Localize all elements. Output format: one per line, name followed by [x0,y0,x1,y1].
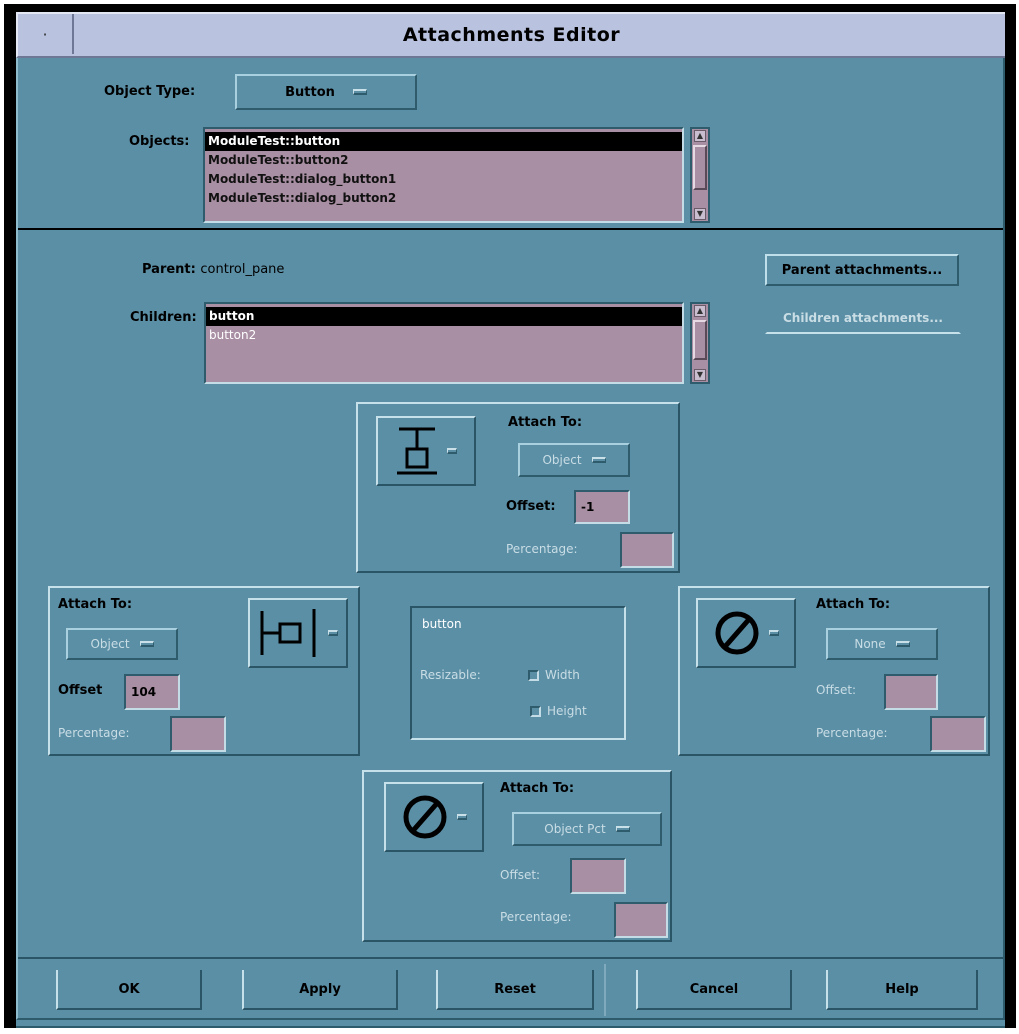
parent-label-text: Parent: [142,262,196,277]
objects-list-item[interactable]: ModuleTest::button2 [205,151,682,170]
scroll-thumb[interactable] [693,145,707,190]
left-attach-to-option-menu[interactable]: Object [66,628,178,660]
option-menu-indicator-icon [457,814,467,820]
right-attach-to-option-menu[interactable]: None [826,628,938,660]
objects-list[interactable]: ModuleTest::button ModuleTest::button2 M… [203,127,684,223]
objects-label: Objects: [129,134,190,149]
bottom-offset-field[interactable] [570,858,626,894]
right-offset-label: Offset: [816,683,857,697]
center-object-name: button [422,617,462,631]
right-percentage-field[interactable] [930,716,986,752]
width-checkbox-box[interactable] [528,670,539,681]
apply-button[interactable]: Apply [242,970,398,1010]
bottom-percentage-label: Percentage: [500,910,572,924]
left-attach-to-value: Object [90,637,130,651]
option-menu-indicator-icon [591,457,606,463]
window-bottom-border [16,1020,1005,1028]
objects-list-item[interactable]: ModuleTest::dialog_button2 [205,189,682,208]
bottom-percentage-field[interactable] [614,902,668,938]
top-attach-to-label: Attach To: [508,415,583,430]
top-attach-to-option-menu[interactable]: Object [518,443,630,477]
bottom-attach-to-value: Object Pct [544,822,606,836]
scroll-up-icon[interactable]: ▲ [694,130,706,142]
no-attachment-icon [715,611,759,655]
reset-button[interactable]: Reset [436,970,594,1010]
children-attachments-button[interactable]: Children attachments... [765,302,961,334]
top-offset-label: Offset: [506,499,556,514]
height-checkbox-label: Height [547,704,587,718]
object-type-label: Object Type: [104,84,196,99]
children-list-item[interactable]: button2 [206,326,682,345]
right-attachment-icon-button[interactable] [696,598,796,668]
top-attachment-icon-button[interactable] [376,416,476,486]
bottom-attach-to-label: Attach To: [500,781,575,796]
button-row-separator [18,957,1003,959]
height-checkbox-box[interactable] [530,706,541,717]
right-percentage-label: Percentage: [816,726,888,740]
left-offset-label: Offset [58,683,103,698]
top-attach-icon [397,427,437,475]
top-percentage-field[interactable] [620,532,674,568]
left-attach-icon [260,609,316,657]
bottom-offset-label: Offset: [500,868,541,882]
height-checkbox[interactable]: Height [530,704,587,718]
scroll-down-icon[interactable]: ▼ [694,369,706,381]
bottom-attach-to-option-menu[interactable]: Object Pct [512,812,662,846]
parent-attachments-button[interactable]: Parent attachments... [765,254,959,286]
scroll-up-icon[interactable]: ▲ [694,305,706,317]
left-offset-field[interactable]: 104 [124,674,180,710]
width-checkbox-label: Width [545,668,580,682]
top-attach-to-value: Object [542,453,582,467]
ok-button[interactable]: OK [56,970,202,1010]
section-separator [18,228,1003,230]
left-attach-to-label: Attach To: [58,597,133,612]
objects-list-item[interactable]: ModuleTest::button [205,132,682,151]
children-list-item[interactable]: button [206,307,682,326]
cancel-button[interactable]: Cancel [636,970,792,1010]
objects-scrollbar[interactable]: ▲ ▼ [690,127,710,223]
scroll-down-icon[interactable]: ▼ [694,208,706,220]
object-type-value: Button [285,84,335,100]
top-offset-field[interactable]: -1 [574,490,630,524]
left-attachment-icon-button[interactable] [248,598,348,668]
option-menu-indicator-icon [352,89,367,95]
children-label: Children: [130,310,197,325]
option-menu-indicator-icon [447,448,457,454]
parent-value: control_pane [200,262,285,277]
children-list[interactable]: button button2 [204,302,684,384]
no-attachment-icon [403,795,447,839]
option-menu-indicator-icon [769,630,779,636]
option-menu-indicator-icon [895,641,910,647]
option-menu-indicator-icon [139,641,154,647]
option-menu-indicator-icon [328,630,338,636]
objects-list-item[interactable]: ModuleTest::dialog_button1 [205,170,682,189]
parent-label: Parent: control_pane [142,262,284,277]
right-offset-field[interactable] [884,674,938,710]
title-bar[interactable]: Attachments Editor [16,12,1005,58]
bottom-attachment-icon-button[interactable] [384,782,484,852]
option-menu-indicator-icon [615,826,630,832]
button-divider [604,964,606,1016]
scroll-thumb[interactable] [693,320,707,360]
object-type-option-menu[interactable]: Button [235,74,417,110]
children-scrollbar[interactable]: ▲ ▼ [690,302,710,384]
top-percentage-label: Percentage: [506,542,578,556]
help-button[interactable]: Help [826,970,978,1010]
right-attach-to-label: Attach To: [816,597,891,612]
left-percentage-label: Percentage: [58,726,130,740]
resizable-label: Resizable: [420,668,481,682]
right-attach-to-value: None [854,637,886,651]
window-menu-button[interactable]: · [18,14,74,54]
width-checkbox[interactable]: Width [528,668,580,682]
left-percentage-field[interactable] [170,716,226,752]
window-title: Attachments Editor [402,24,621,46]
